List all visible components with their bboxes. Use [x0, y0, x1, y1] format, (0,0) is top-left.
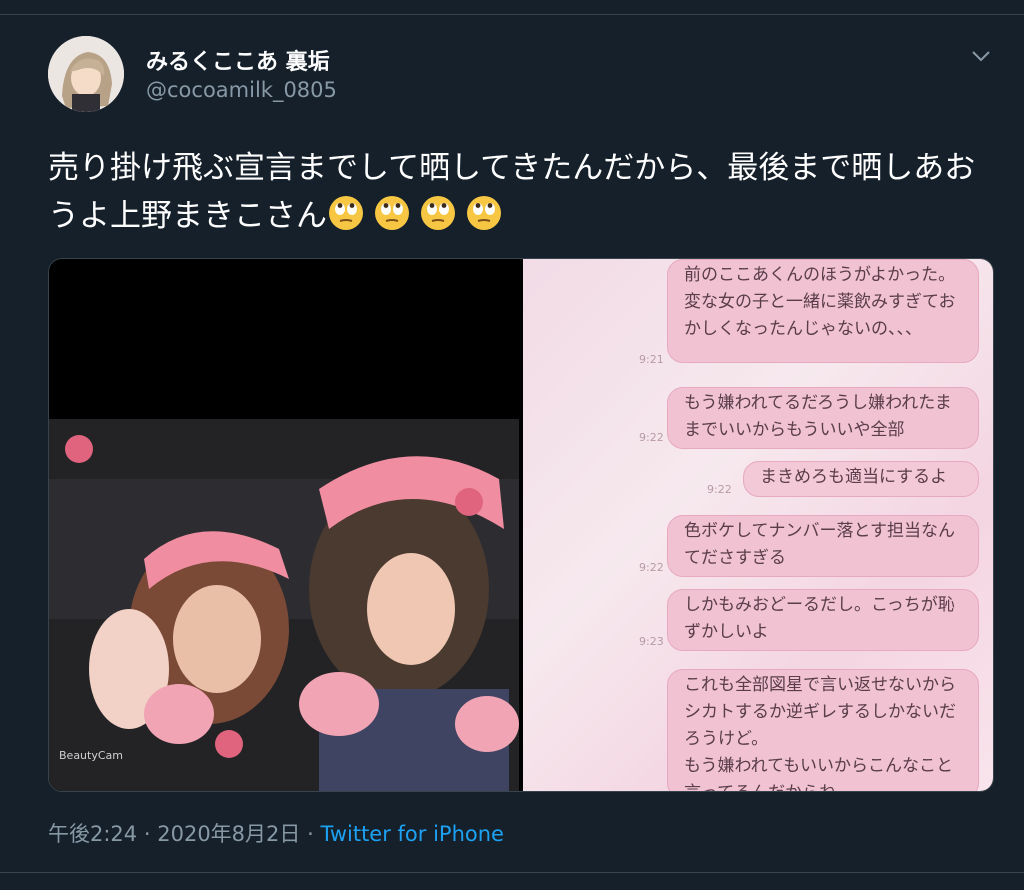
face-with-rolling-eyes-icon [465, 194, 503, 232]
watermark: BeautyCam [59, 749, 123, 762]
chat-bubble: これも全部図星で言い返せないからシカトするか逆ギレするしかないだろうけど。 もう… [667, 669, 979, 791]
chat-timestamp: 9:23 [639, 635, 664, 648]
avatar[interactable] [48, 36, 124, 112]
tweet-date[interactable]: 2020年8月2日 [157, 822, 300, 846]
face-with-rolling-eyes-icon [419, 194, 457, 232]
tweet-source[interactable]: Twitter for iPhone [320, 822, 504, 846]
chat-bubble: しかもみおどーるだし。こっちが恥ずかしいよ [667, 589, 979, 651]
timeline-divider [0, 872, 1024, 873]
photo-chat-screenshot[interactable]: 前のここあくんのほうがよかった。変な女の子と一緒に薬飲みすぎておかしくなったんじ… [523, 259, 993, 791]
emoji-group [327, 196, 511, 234]
face-with-rolling-eyes-icon [373, 194, 411, 232]
timeline-divider [0, 0, 1024, 15]
meta-separator: · [307, 822, 314, 846]
meta-separator: · [143, 822, 151, 846]
chat-bubble: もう嫌われてるだろうし嫌われたままでいいからもういいや全部 [667, 387, 979, 449]
tweet-media[interactable]: BeautyCam 前のここあくんのほうがよかった。変な女の子と一緒に薬飲みすぎ… [48, 258, 994, 792]
chat-timestamp: 9:22 [639, 431, 664, 444]
chat-bubble: 前のここあくんのほうがよかった。変な女の子と一緒に薬飲みすぎておかしくなったんじ… [667, 259, 979, 363]
chat-timestamp: 9:22 [707, 483, 732, 496]
face-with-rolling-eyes-icon [327, 194, 365, 232]
display-name[interactable]: みるくここあ 裏垢 [146, 44, 330, 76]
chevron-down-icon[interactable] [966, 44, 996, 68]
chat-timestamp: 9:21 [639, 353, 664, 366]
tweet-text: 売り掛け飛ぶ宣言までして晒してきたんだから、最後まで晒しあおうよ上野まきこさん [48, 144, 988, 240]
photo-selfie[interactable]: BeautyCam [49, 259, 519, 791]
tweet-body: 売り掛け飛ぶ宣言までして晒してきたんだから、最後まで晒しあおうよ上野まきこさん [48, 150, 976, 234]
tweet-time[interactable]: 午後2:24 [48, 822, 137, 846]
chat-timestamp: 9:22 [639, 561, 664, 574]
chat-bubble: 色ボケしてナンバー落とす担当なんてださすぎる [667, 515, 979, 577]
chat-bubble: まきめろも適当にするよ [743, 461, 979, 497]
tweet-meta: 午後2:24 · 2020年8月2日 · Twitter for iPhone [48, 818, 504, 848]
user-handle[interactable]: @cocoamilk_0805 [146, 78, 337, 102]
